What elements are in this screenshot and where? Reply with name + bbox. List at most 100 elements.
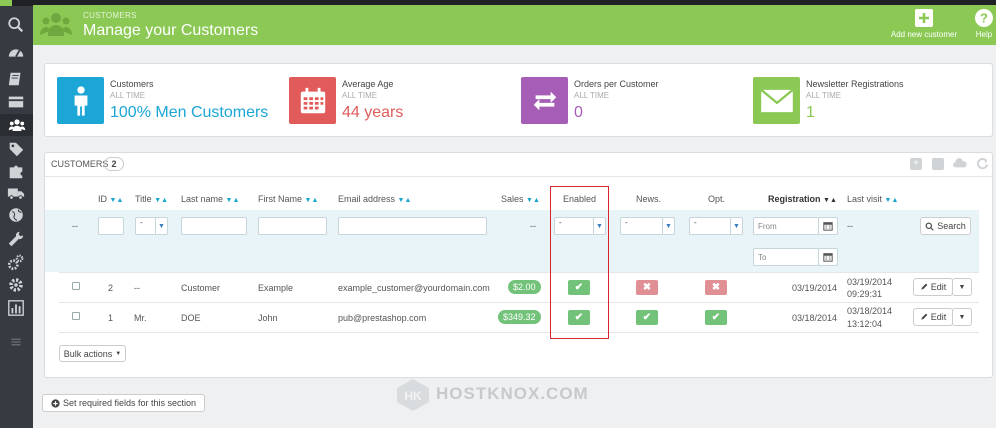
panel-heading-divider: [45, 176, 992, 177]
kpi-label: Orders per Customer: [574, 79, 659, 89]
price-rules-icon[interactable]: [4, 140, 28, 158]
cell-last-visit-time: 09:29:31: [847, 289, 883, 299]
cell-id: 2: [108, 283, 114, 293]
sort-arrows-icon[interactable]: ▼▲: [823, 197, 837, 204]
col-header-id[interactable]: ID ▼▲: [98, 194, 123, 204]
add-new-customer-button[interactable]: Add new customer: [883, 8, 965, 39]
col-header-title[interactable]: Title ▼▲: [135, 194, 168, 204]
col-header-sales-label: Sales: [501, 194, 524, 204]
administration-icon[interactable]: [4, 276, 28, 294]
search-button[interactable]: Search: [920, 217, 971, 235]
advanced-parameters-icon[interactable]: [4, 253, 28, 271]
kpi-orders-per-customer[interactable]: Orders per Customer ALL TIME 0: [521, 77, 741, 125]
filter-id-input[interactable]: [98, 217, 124, 235]
row-checkbox[interactable]: [72, 312, 80, 320]
col-header-registration-label: Registration: [768, 194, 821, 204]
cell-id: 1: [108, 313, 114, 323]
row-actions-dropdown-icon[interactable]: ▼: [952, 278, 972, 296]
menu-collapse-icon[interactable]: [4, 333, 28, 351]
col-header-registration[interactable]: Registration ▼▲: [768, 194, 837, 204]
breadcrumb[interactable]: CUSTOMERS: [83, 11, 137, 20]
col-header-first-name[interactable]: First Name ▼▲: [258, 194, 318, 204]
col-header-sales[interactable]: Sales ▼▲: [501, 194, 540, 204]
kpi-customers[interactable]: Customers ALL TIME 100% Men Customers: [57, 77, 277, 125]
export-icon[interactable]: [932, 158, 944, 170]
kpi-newsletter-registrations[interactable]: Newsletter Registrations ALL TIME 1: [753, 77, 973, 125]
newsletter-check-icon[interactable]: ✔: [636, 310, 658, 325]
row-checkbox[interactable]: [72, 282, 80, 290]
edit-button[interactable]: Edit: [913, 278, 953, 296]
col-header-last-visit[interactable]: Last visit ▼▲: [847, 194, 898, 204]
filter-date-to-input[interactable]: To: [753, 248, 819, 266]
sort-arrows-icon[interactable]: ▼▲: [398, 197, 412, 204]
calendar-to-icon[interactable]: [818, 248, 838, 266]
stats-icon[interactable]: [4, 299, 28, 317]
row-actions-dropdown-icon[interactable]: ▼: [952, 308, 972, 326]
kpi-average-age[interactable]: Average Age ALL TIME 44 years: [289, 77, 509, 125]
cell-last-name: DOE: [181, 313, 201, 323]
filter-title-value: -: [140, 218, 143, 227]
cell-title: Mr.: [134, 313, 147, 323]
cell-registration: 03/19/2014: [792, 283, 838, 293]
sort-arrows-icon[interactable]: ▼▲: [526, 197, 540, 204]
sort-arrows-icon[interactable]: ▼▲: [154, 197, 168, 204]
modules-icon[interactable]: [4, 162, 28, 180]
sort-arrows-icon[interactable]: ▼▲: [110, 197, 124, 204]
watermark-text: HOSTKNOX.COM: [436, 384, 589, 403]
cell-first-name: Example: [258, 283, 294, 293]
list-count-badge: 2: [104, 157, 124, 171]
orders-icon[interactable]: [4, 93, 28, 111]
calendar-from-icon[interactable]: [818, 217, 838, 235]
preferences-icon[interactable]: [4, 230, 28, 248]
filter-email-input[interactable]: [338, 217, 487, 235]
filter-last-name-input[interactable]: [181, 217, 247, 235]
chevron-down-icon: ▼: [662, 218, 674, 234]
filter-news-value: -: [625, 218, 628, 227]
row-divider: [59, 302, 979, 303]
calendar-icon: [289, 77, 336, 124]
localization-icon[interactable]: [4, 206, 28, 224]
refresh-icon[interactable]: [976, 157, 989, 170]
sort-arrows-icon[interactable]: ▼▲: [885, 197, 899, 204]
filter-date-from-input[interactable]: From: [753, 217, 819, 235]
enabled-column-highlight: [550, 186, 609, 339]
col-header-title-label: Title: [135, 194, 152, 204]
sidebar-corner-accent: [0, 0, 12, 6]
filter-first-name-input[interactable]: [258, 217, 327, 235]
filter-news-select[interactable]: - ▼: [620, 217, 675, 235]
cell-last-visit-time: 13:12:04: [847, 319, 883, 329]
kpi-label: Customers: [110, 79, 154, 89]
edit-button[interactable]: Edit: [913, 308, 953, 326]
sort-arrows-icon[interactable]: ▼▲: [305, 197, 319, 204]
cell-last-visit-date: 03/18/2014: [847, 306, 893, 316]
dashboard-icon[interactable]: [4, 44, 28, 62]
filter-opt-select[interactable]: - ▼: [689, 217, 743, 235]
optin-cross-icon[interactable]: ✖: [705, 280, 727, 295]
kpi-value: 0: [574, 104, 583, 121]
caret-down-icon: ▼: [115, 350, 122, 357]
customers-icon[interactable]: [0, 114, 33, 136]
catalog-icon[interactable]: [4, 70, 28, 88]
filter-title-select[interactable]: - ▼: [135, 217, 168, 235]
kpi-period: ALL TIME: [342, 91, 378, 100]
sort-arrows-icon[interactable]: ▼▲: [226, 197, 240, 204]
col-header-email[interactable]: Email address ▼▲: [338, 194, 411, 204]
add-plus-icon[interactable]: +: [910, 158, 922, 170]
kpi-period: ALL TIME: [806, 91, 842, 100]
chevron-down-icon: ▼: [155, 218, 167, 234]
optin-check-icon[interactable]: ✔: [705, 310, 727, 325]
kpi-value: 100% Men Customers: [110, 104, 269, 121]
search-icon[interactable]: [4, 16, 28, 34]
col-header-last-name[interactable]: Last name ▼▲: [181, 194, 239, 204]
pencil-icon: [921, 283, 928, 290]
newsletter-cross-icon[interactable]: ✖: [636, 280, 658, 295]
bulk-actions-button[interactable]: Bulk actions ▼: [59, 345, 126, 362]
set-required-fields-button[interactable]: Set required fields for this section: [42, 394, 205, 412]
set-required-fields-label: Set required fields for this section: [62, 398, 197, 408]
shipping-icon[interactable]: [4, 184, 28, 202]
help-label: Help: [975, 30, 993, 39]
add-new-customer-label: Add new customer: [890, 30, 958, 39]
help-button[interactable]: ? Help: [971, 8, 996, 39]
chevron-down-icon: ▼: [730, 218, 742, 234]
cloud-upload-icon[interactable]: [953, 157, 967, 169]
